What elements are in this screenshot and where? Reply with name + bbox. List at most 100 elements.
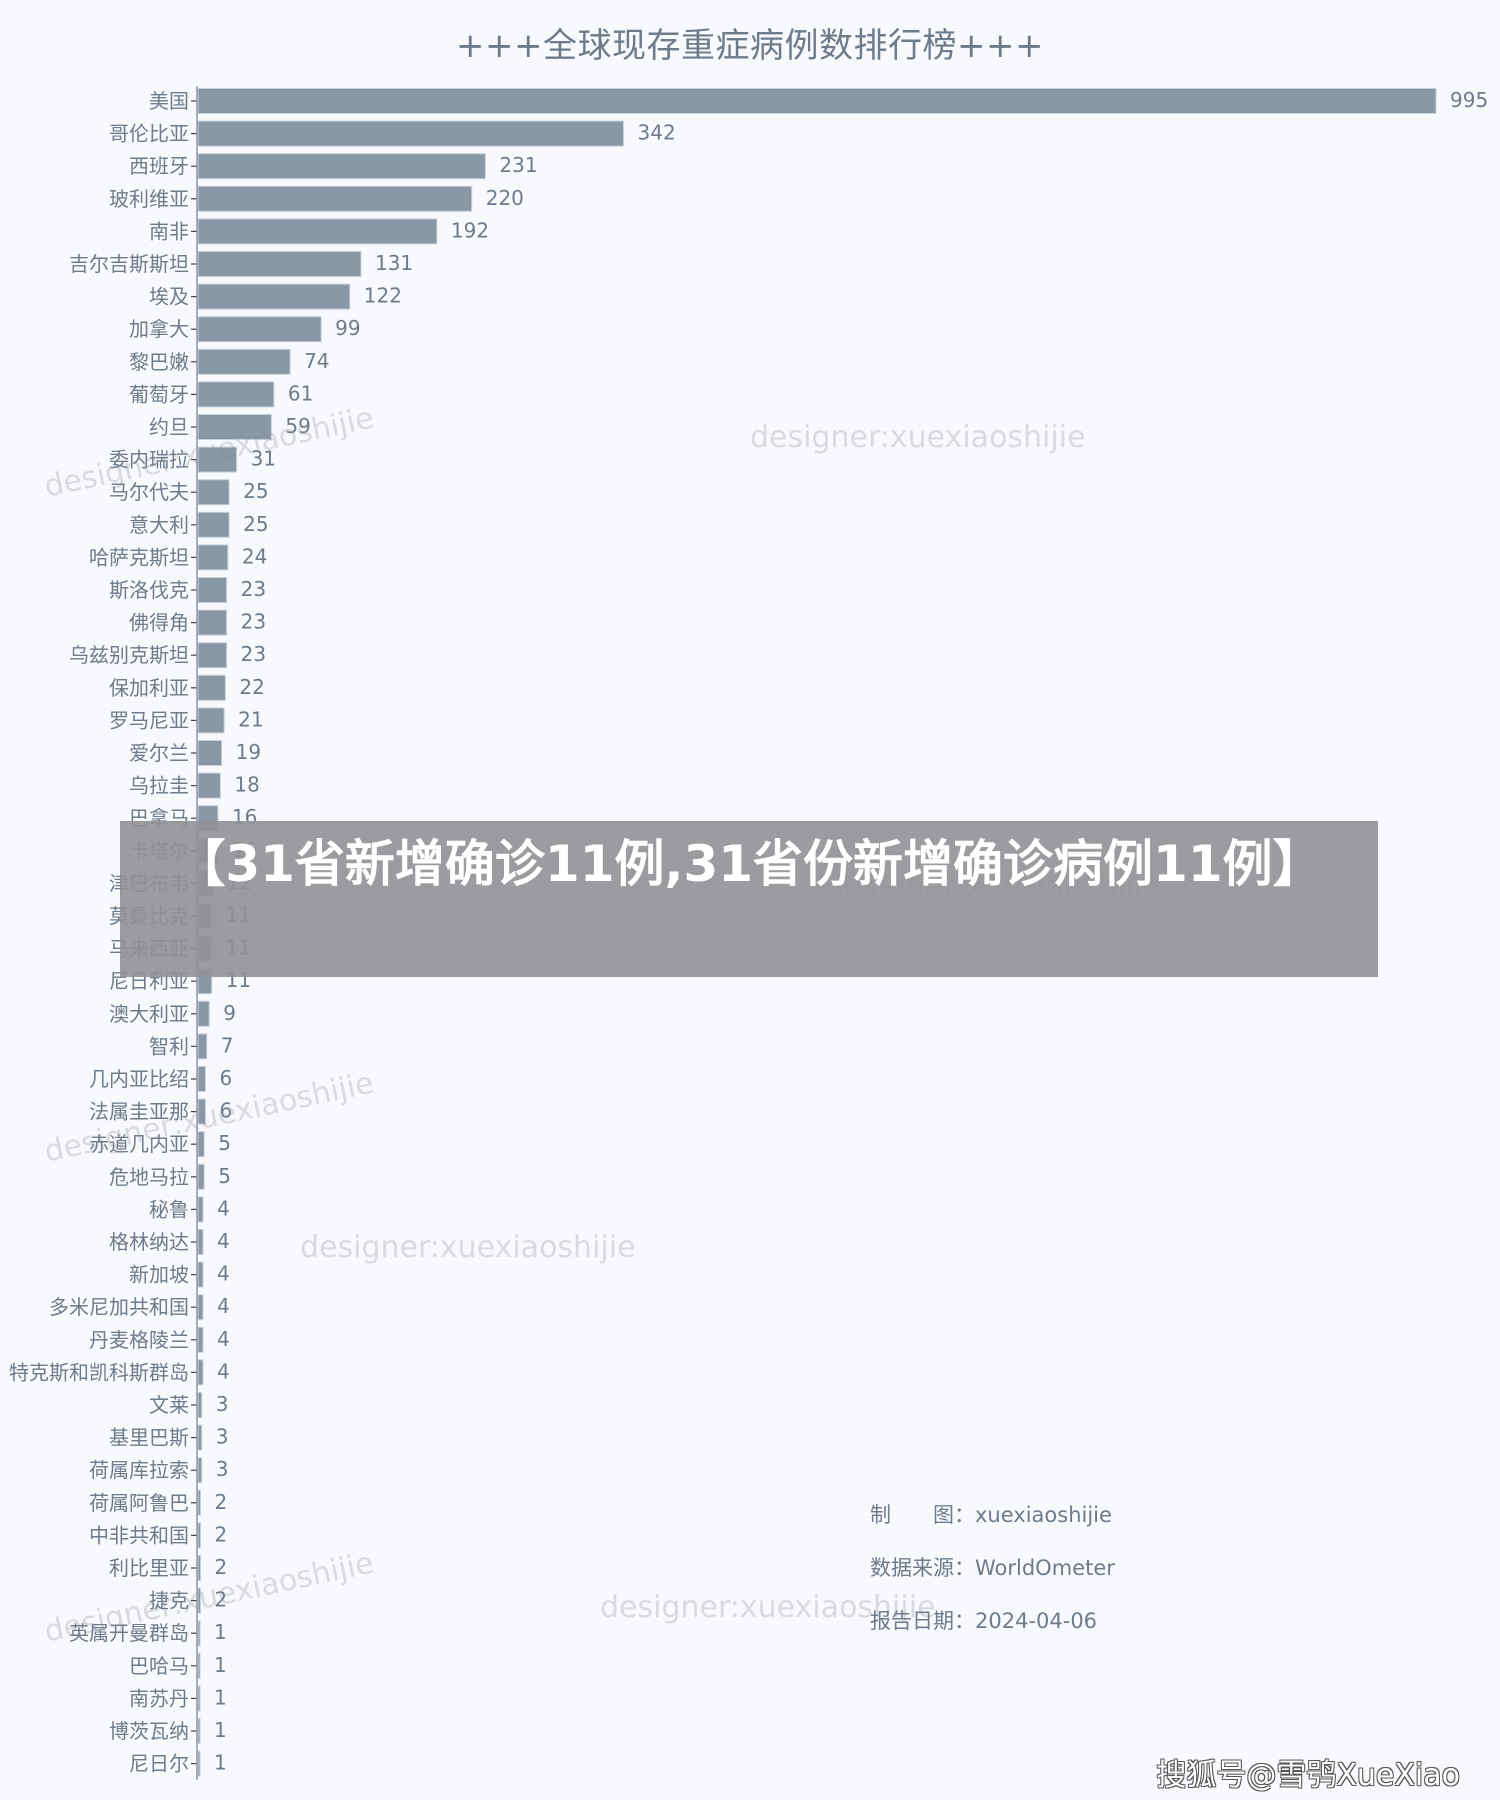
value-label: 24 — [242, 544, 267, 568]
category-label: 新加坡 — [129, 1263, 189, 1287]
watermark: designer:xuexiaoshijie — [300, 1230, 636, 1265]
value-label: 995 — [1450, 88, 1488, 112]
value-label: 131 — [375, 251, 413, 275]
value-label: 74 — [304, 349, 329, 373]
value-label: 231 — [499, 153, 537, 177]
headline-text: 【31省新增确诊11例,31省份新增确诊病例11例】 — [175, 835, 1323, 893]
category-label: 中非共和国 — [89, 1523, 189, 1547]
value-label: 4 — [217, 1262, 230, 1286]
bar — [197, 577, 228, 603]
bar — [197, 511, 230, 538]
bar — [197, 1555, 201, 1581]
bar — [197, 1620, 201, 1647]
category-label: 特克斯和凯科斯群岛 — [9, 1360, 189, 1384]
bar — [197, 1000, 210, 1027]
category-label: 巴哈马 — [129, 1654, 189, 1678]
category-label: 基里巴斯 — [109, 1426, 189, 1450]
category-label: 乌兹别克斯坦 — [69, 643, 189, 667]
bar — [197, 1359, 204, 1386]
category-label: 多米尼加共和国 — [49, 1295, 189, 1319]
bar — [197, 153, 486, 180]
maker-value: xuexiaoshijie — [975, 1503, 1112, 1527]
bar — [197, 544, 229, 571]
value-label: 5 — [218, 1131, 231, 1155]
bar — [197, 283, 351, 310]
bar — [197, 740, 223, 766]
category-label: 爱尔兰 — [129, 741, 189, 765]
category-label: 葡萄牙 — [129, 382, 189, 406]
value-label: 342 — [638, 121, 676, 145]
category-label: 格林纳达 — [109, 1230, 189, 1254]
category-label: 尼日尔 — [129, 1752, 189, 1776]
value-label: 3 — [216, 1425, 229, 1449]
category-label: 玻利维亚 — [109, 187, 189, 211]
bar — [197, 1522, 201, 1549]
value-label: 23 — [241, 610, 266, 634]
bar — [197, 1066, 206, 1092]
value-label: 22 — [239, 675, 264, 699]
source-watermark: 搜狐号@雪鸮XueXiao — [1156, 1758, 1460, 1793]
date-row: 报告日期：2024-04-06 — [870, 1606, 1115, 1659]
category-label: 保加利亚 — [109, 676, 189, 700]
value-label: 25 — [243, 512, 268, 536]
maker-label: 制 图： — [870, 1503, 975, 1527]
value-label: 61 — [288, 381, 313, 405]
bar — [197, 1033, 208, 1060]
value-label: 4 — [217, 1327, 230, 1351]
category-label: 黎巴嫩 — [129, 350, 189, 374]
value-label: 5 — [218, 1164, 231, 1188]
category-label: 意大利 — [129, 513, 189, 537]
bar — [197, 479, 230, 506]
value-label: 21 — [238, 707, 263, 731]
watermark: designer:xuexiaoshijie — [750, 420, 1086, 455]
value-label: 1 — [214, 1718, 227, 1742]
bar — [197, 1652, 201, 1679]
category-label: 加拿大 — [129, 317, 189, 341]
category-label: 乌拉圭 — [129, 774, 189, 798]
maker-row: 制 图：xuexiaoshijie — [870, 1500, 1115, 1553]
category-label: 秘鲁 — [149, 1197, 189, 1221]
category-label: 埃及 — [149, 285, 189, 309]
source-row: 数据来源：WorldOmeter — [870, 1553, 1115, 1606]
bar — [197, 1424, 203, 1451]
bar — [197, 1229, 204, 1255]
bar — [197, 1489, 201, 1516]
value-label: 4 — [217, 1196, 230, 1220]
date-value: 2024-04-06 — [975, 1609, 1098, 1633]
category-label: 荷属阿鲁巴 — [89, 1491, 189, 1515]
value-label: 18 — [234, 773, 259, 797]
category-label: 博茨瓦纳 — [109, 1719, 189, 1743]
bar — [197, 1294, 204, 1321]
category-label: 南非 — [149, 219, 189, 243]
value-label: 2 — [214, 1522, 227, 1546]
category-label: 利比里亚 — [109, 1556, 189, 1580]
source-value: WorldOmeter — [975, 1556, 1115, 1580]
value-label: 1 — [214, 1685, 227, 1709]
value-label: 1 — [214, 1653, 227, 1677]
info-block: 制 图：xuexiaoshijie 数据来源：WorldOmeter 报告日期：… — [870, 1500, 1115, 1659]
category-label: 美国 — [149, 89, 189, 113]
value-label: 220 — [486, 186, 524, 210]
bar — [197, 1163, 205, 1190]
category-label: 哈萨克斯坦 — [89, 545, 189, 569]
date-label: 报告日期： — [870, 1609, 975, 1633]
value-label: 23 — [241, 577, 266, 601]
value-label: 122 — [364, 284, 402, 308]
bar — [197, 1392, 203, 1418]
bar — [197, 316, 322, 343]
value-label: 3 — [216, 1457, 229, 1481]
category-label: 斯洛伐克 — [109, 578, 189, 602]
value-label: 99 — [335, 316, 360, 340]
category-label: 澳大利亚 — [109, 1002, 189, 1026]
bar — [197, 674, 226, 701]
bar — [197, 218, 438, 245]
bar — [197, 1457, 203, 1484]
category-label: 智利 — [149, 1034, 189, 1058]
value-label: 2 — [214, 1490, 227, 1514]
bar — [197, 381, 275, 408]
value-label: 4 — [217, 1229, 230, 1253]
bar — [197, 772, 221, 799]
value-label: 23 — [241, 642, 266, 666]
bar — [197, 609, 228, 636]
bar — [197, 348, 291, 375]
